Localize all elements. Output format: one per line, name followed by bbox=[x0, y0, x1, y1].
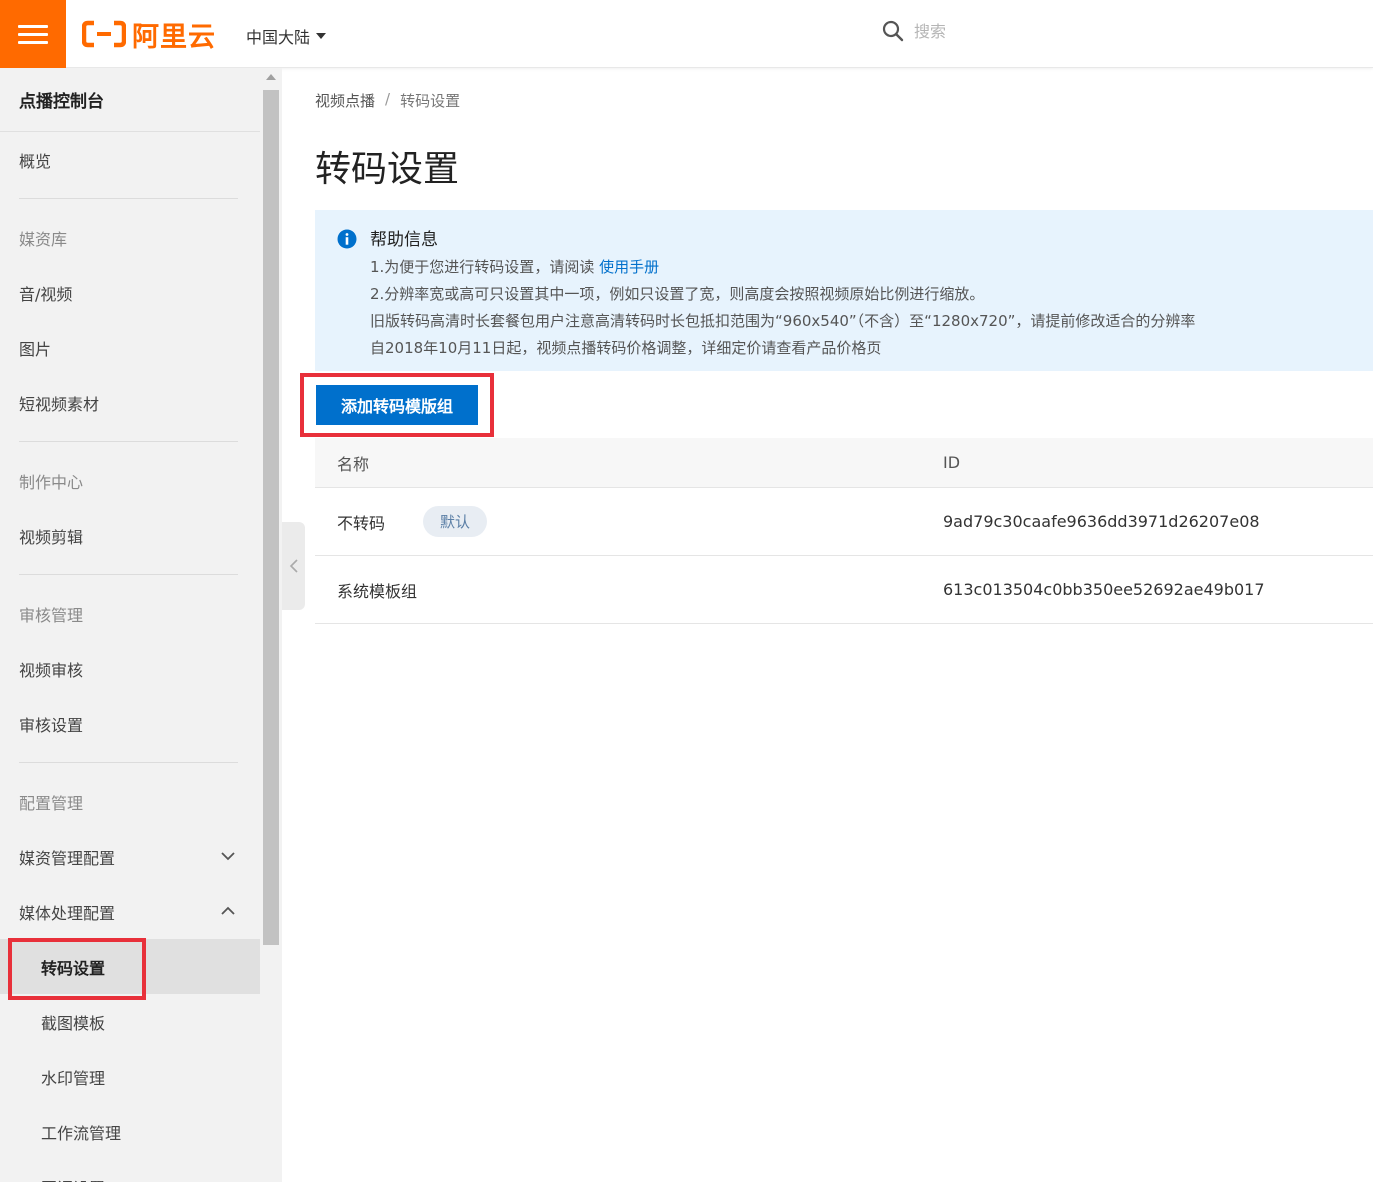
top-bar: 阿里云 中国大陆 bbox=[0, 0, 1373, 68]
caret-down-icon bbox=[316, 33, 327, 39]
help-info-panel: 帮助信息 1.为便于您进行转码设置，请阅读 使用手册 2.分辨率宽或高可只设置其… bbox=[315, 210, 1373, 371]
help-line-1: 1.为便于您进行转码设置，请阅读 使用手册 bbox=[370, 256, 659, 277]
sidebar-title: 点播控制台 bbox=[0, 68, 260, 132]
search-input[interactable] bbox=[914, 21, 1074, 41]
divider bbox=[19, 574, 238, 575]
sidebar-item-audio-video[interactable]: 音/视频 bbox=[0, 265, 260, 320]
sidebar-item-overview[interactable]: 概览 bbox=[0, 132, 260, 187]
sidebar-item-label: 媒资管理配置 bbox=[19, 848, 116, 868]
sidebar-group-media: 媒资库 bbox=[19, 229, 68, 249]
sidebar-item-workflow[interactable]: 工作流管理 bbox=[0, 1104, 260, 1159]
help-line-3: 旧版转码高清时长套餐包用户注意高清转码时长包抵扣范围为“960x540”（不含）… bbox=[370, 312, 1196, 330]
help-title: 帮助信息 bbox=[370, 230, 438, 250]
default-badge: 默认 bbox=[423, 506, 488, 537]
breadcrumb-separator: / bbox=[385, 90, 391, 108]
breadcrumb-current: 转码设置 bbox=[400, 92, 461, 110]
chevron-left-icon bbox=[289, 559, 298, 573]
sidebar-item-snapshot-templates[interactable]: 截图模板 bbox=[0, 994, 260, 1049]
hamburger-menu-button[interactable] bbox=[0, 0, 66, 68]
template-group-table: 名称 ID 不转码 默认 9ad79c30caafe9636dd3971d262… bbox=[315, 438, 1373, 624]
brand-text: 阿里云 bbox=[132, 21, 216, 53]
help-line-4: 自2018年10月11日起，视频点播转码价格调整，详细定价请查看产品价格页 bbox=[370, 339, 882, 357]
sidebar-item-images[interactable]: 图片 bbox=[0, 320, 260, 375]
sidebar-item-transcode-settings[interactable]: 转码设置 bbox=[0, 939, 260, 994]
sidebar-item-review-settings[interactable]: 审核设置 bbox=[0, 696, 260, 751]
menu-line bbox=[18, 32, 48, 36]
column-header-name: 名称 bbox=[337, 454, 370, 474]
sidebar-item-callback[interactable]: 回调设置 bbox=[0, 1159, 260, 1182]
breadcrumb-root[interactable]: 视频点播 bbox=[315, 90, 375, 111]
sidebar-item-video-review[interactable]: 视频审核 bbox=[0, 641, 260, 696]
cell-name: 不转码 默认 bbox=[315, 506, 921, 537]
sidebar-item-short-video-assets[interactable]: 短视频素材 bbox=[0, 375, 260, 430]
sidebar-item-media-config[interactable]: 媒资管理配置 bbox=[0, 829, 260, 884]
sidebar-group-production: 制作中心 bbox=[19, 472, 84, 492]
table-row[interactable]: 系统模板组 613c013504c0bb350ee52692ae49b017 bbox=[315, 556, 1373, 624]
cell-id: 613c013504c0bb350ee52692ae49b017 bbox=[943, 580, 1265, 599]
divider bbox=[19, 762, 238, 763]
menu-line bbox=[18, 24, 48, 28]
region-label: 中国大陆 bbox=[246, 28, 311, 47]
sidebar-item-processing-config[interactable]: 媒体处理配置 bbox=[0, 884, 260, 939]
divider bbox=[19, 198, 238, 199]
column-header-id: ID bbox=[943, 453, 961, 472]
sidebar: 点播控制台 概览 媒资库 音/视频 图片 短视频素材 制作中心 视频剪辑 审核管… bbox=[0, 68, 260, 1182]
help-line-2: 2.分辨率宽或高可只设置其中一项，例如只设置了宽，则高度会按照视频原始比例进行缩… bbox=[370, 285, 985, 303]
row-name: 不转码 bbox=[337, 513, 386, 533]
page-title: 转码设置 bbox=[315, 149, 460, 190]
divider bbox=[19, 441, 238, 442]
table-row[interactable]: 不转码 默认 9ad79c30caafe9636dd3971d26207e08 bbox=[315, 488, 1373, 556]
sidebar-item-watermark[interactable]: 水印管理 bbox=[0, 1049, 260, 1104]
add-transcode-template-group-button[interactable]: 添加转码模版组 bbox=[316, 385, 478, 425]
cell-name: 系统模板组 bbox=[315, 578, 921, 602]
table-header: 名称 ID bbox=[315, 438, 1373, 488]
sidebar-group-config: 配置管理 bbox=[19, 793, 84, 813]
sidebar-group-review: 审核管理 bbox=[19, 605, 84, 625]
scroll-up-arrow-icon[interactable] bbox=[266, 74, 276, 80]
aliyun-logo-icon bbox=[82, 20, 126, 48]
aliyun-logo[interactable]: 阿里云 bbox=[82, 18, 216, 53]
chevron-up-icon bbox=[221, 906, 235, 915]
cell-id: 9ad79c30caafe9636dd3971d26207e08 bbox=[943, 512, 1260, 531]
search-icon[interactable] bbox=[882, 20, 904, 42]
sidebar-scrollbar-thumb[interactable] bbox=[263, 90, 279, 945]
region-selector[interactable]: 中国大陆 bbox=[246, 24, 327, 48]
sidebar-collapse-handle[interactable] bbox=[282, 522, 305, 610]
help-line-1-text: 1.为便于您进行转码设置，请阅读 bbox=[370, 258, 595, 276]
search-box bbox=[882, 20, 1074, 42]
chevron-down-icon bbox=[221, 852, 235, 861]
info-icon bbox=[337, 229, 357, 249]
breadcrumb: 视频点播 / 转码设置 bbox=[315, 90, 460, 111]
sidebar-item-label: 媒体处理配置 bbox=[19, 903, 116, 923]
menu-line bbox=[18, 40, 48, 44]
row-name: 系统模板组 bbox=[337, 581, 418, 601]
sidebar-item-video-editing[interactable]: 视频剪辑 bbox=[0, 508, 260, 563]
user-manual-link[interactable]: 使用手册 bbox=[599, 258, 659, 276]
